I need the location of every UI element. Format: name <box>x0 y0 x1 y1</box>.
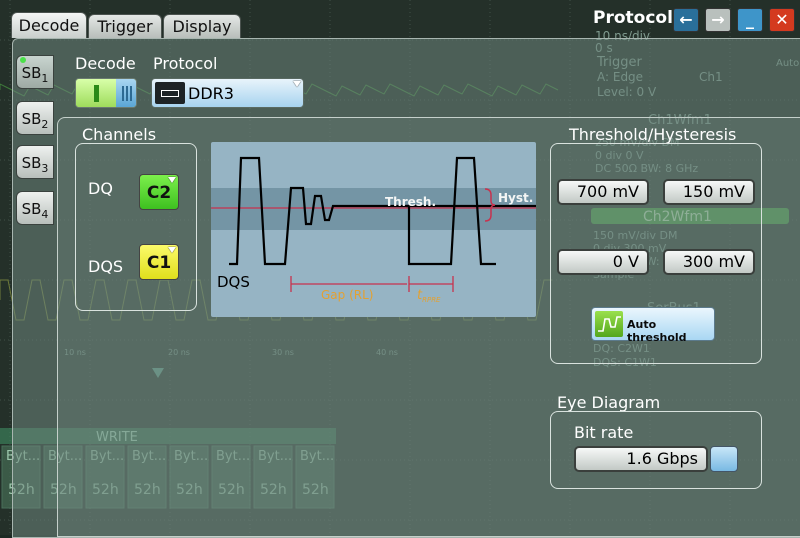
sb1-label: SB <box>21 64 42 82</box>
dq-source-value: C2 <box>146 183 172 203</box>
protocol-dialog: Decode Trigger Display Protocol ← → _ ✕ … <box>0 0 800 538</box>
decode-toggle[interactable] <box>75 78 137 108</box>
dqs-diagram-svg: Thresh. Hyst. DQS Gap (RL) tRPRE <box>211 156 536 304</box>
sidebar-item-sb1[interactable]: SB1 <box>16 55 54 89</box>
channels-title: Channels <box>82 125 157 144</box>
hyst-label: Hyst. <box>498 191 533 205</box>
sb3-label: SB <box>21 154 42 172</box>
protocol-select[interactable]: DDR3 <box>151 78 304 108</box>
toggle-knob[interactable] <box>116 79 136 107</box>
bitrate-label: Bit rate <box>574 423 634 442</box>
dqs-source-value: C1 <box>146 253 172 273</box>
tpre-label: tRPRE <box>417 288 441 304</box>
gap-label: Gap (RL) <box>321 288 373 302</box>
sb4-label: SB <box>21 200 42 218</box>
protocol-bus-icon <box>155 82 185 104</box>
sb2-number: 2 <box>41 118 49 131</box>
dropdown-indicator-icon <box>168 177 176 183</box>
auto-threshold-icon <box>595 311 623 337</box>
dqs-signal-label: DQS <box>217 273 250 291</box>
bitrate-options-button[interactable] <box>710 446 738 472</box>
protocol-value: DDR3 <box>188 84 234 103</box>
ch1-hysteresis-field[interactable]: 300 mV <box>663 249 755 275</box>
arrow-right-icon[interactable]: → <box>705 8 731 32</box>
auto-threshold-label: Auto threshold <box>627 318 687 344</box>
dialog-title: Protocol <box>593 8 673 28</box>
ch2-threshold-field[interactable]: 700 mV <box>557 179 649 205</box>
dropdown-indicator-icon <box>168 247 176 253</box>
close-icon[interactable]: ✕ <box>769 8 795 32</box>
dq-label: DQ <box>88 179 113 198</box>
dqs-source-button[interactable]: C1 <box>139 244 179 280</box>
sb2-label: SB <box>21 110 42 128</box>
sb3-number: 3 <box>41 162 49 175</box>
decode-label: Decode <box>75 54 136 73</box>
eye-diagram-title: Eye Diagram <box>557 393 661 412</box>
ch2-hysteresis-field[interactable]: 150 mV <box>663 179 755 205</box>
sb4-number: 4 <box>41 208 49 221</box>
threshold-title: Threshold/Hysteresis <box>569 125 737 144</box>
active-indicator-icon <box>20 57 26 63</box>
sidebar-item-sb4[interactable]: SB4 <box>16 191 54 225</box>
hysteresis-band <box>211 188 536 230</box>
sidebar-item-sb2[interactable]: SB2 <box>16 101 54 135</box>
minimize-icon[interactable]: _ <box>737 8 763 32</box>
dqs-label: DQS <box>88 257 124 276</box>
dqs-timing-diagram: Thresh. Hyst. DQS Gap (RL) tRPRE <box>211 142 536 317</box>
tab-decode[interactable]: Decode <box>11 12 87 38</box>
protocol-label: Protocol <box>153 54 218 73</box>
auto-threshold-button[interactable]: Auto threshold <box>591 307 715 344</box>
ch1-threshold-field[interactable]: 0 V <box>557 249 649 275</box>
channels-group <box>75 143 197 311</box>
sb1-number: 1 <box>41 72 49 85</box>
bitrate-field[interactable]: 1.6 Gbps <box>574 446 708 472</box>
toggle-on-icon <box>76 79 116 107</box>
dropdown-indicator-icon <box>293 81 301 87</box>
tab-display[interactable]: Display <box>163 14 241 38</box>
sidebar-item-sb3[interactable]: SB3 <box>16 145 54 179</box>
thresh-label: Thresh. <box>385 195 436 209</box>
tpre-subscript: RPRE <box>422 296 441 304</box>
arrow-left-icon[interactable]: ← <box>673 8 699 32</box>
tab-trigger[interactable]: Trigger <box>88 14 162 38</box>
dq-source-button[interactable]: C2 <box>139 174 179 210</box>
